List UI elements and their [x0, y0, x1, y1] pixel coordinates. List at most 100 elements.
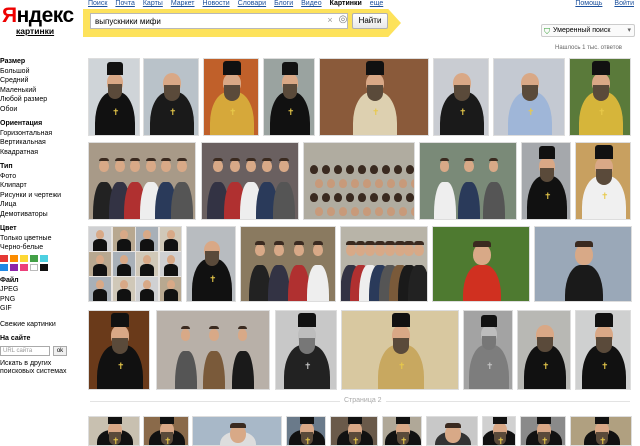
crowd-head: [351, 179, 359, 188]
filter-size-small[interactable]: Маленький: [0, 86, 82, 96]
image-thumbnail[interactable]: ✝: [143, 416, 189, 446]
nav-search[interactable]: Поиск: [88, 0, 107, 8]
image-thumbnail[interactable]: ✝: [319, 58, 429, 136]
robe: [163, 264, 178, 276]
filter-orient-horizontal[interactable]: Горизонтальная: [0, 129, 82, 139]
filter-file-gif[interactable]: GIF: [0, 304, 82, 314]
color-swatch-3[interactable]: [30, 254, 38, 262]
image-thumbnail[interactable]: [419, 142, 517, 220]
color-swatch-6[interactable]: [10, 263, 18, 271]
image-thumbnail[interactable]: ✝: [186, 226, 236, 302]
nav-dictionaries[interactable]: Словари: [238, 0, 266, 8]
image-thumbnail[interactable]: [303, 142, 415, 220]
kamilavka: [594, 417, 610, 424]
image-thumbnail[interactable]: [88, 142, 196, 220]
image-thumbnail[interactable]: ✝: [143, 58, 199, 136]
image-thumbnail[interactable]: ✝: [570, 416, 632, 446]
image-thumbnail[interactable]: ✝: [330, 416, 378, 446]
filter-type-drawings[interactable]: Рисунки и чертежи: [0, 191, 82, 201]
image-thumbnail[interactable]: ✝: [493, 58, 565, 136]
filter-type-faces[interactable]: Лица: [0, 200, 82, 210]
image-thumbnail[interactable]: [88, 226, 182, 302]
similar-images-link[interactable]: Свежие картинки: [0, 320, 82, 330]
color-swatch-8[interactable]: [30, 263, 38, 271]
image-thumbnail[interactable]: [432, 226, 530, 302]
filter-orient-vertical[interactable]: Вертикальная: [0, 138, 82, 148]
image-thumbnail[interactable]: ✝: [341, 310, 459, 390]
search-input[interactable]: выпускники мифи: [90, 13, 348, 29]
kamilavka: [281, 61, 299, 75]
robe: [93, 289, 107, 301]
filter-black-white[interactable]: Черно-белые: [0, 243, 82, 253]
image-thumbnail[interactable]: [192, 416, 282, 446]
image-thumbnail[interactable]: [201, 142, 299, 220]
filter-file-jpeg[interactable]: JPEG: [0, 285, 82, 295]
filter-size-medium[interactable]: Средний: [0, 76, 82, 86]
filter-color-only[interactable]: Только цветные: [0, 234, 82, 244]
nav-mail[interactable]: Почта: [115, 0, 134, 8]
image-thumbnail[interactable]: ✝: [263, 58, 315, 136]
camera-icon[interactable]: ◎: [337, 14, 349, 26]
hair: [237, 326, 248, 330]
image-thumbnail[interactable]: ✝: [569, 58, 631, 136]
image-thumbnail[interactable]: ✝: [382, 416, 422, 446]
image-thumbnail[interactable]: ✝: [575, 310, 631, 390]
yandex-logo[interactable]: Яндекс картинки: [2, 4, 74, 36]
other-engines-link[interactable]: Искать в других поисковых системах: [0, 360, 80, 376]
color-swatch-9[interactable]: [40, 263, 48, 271]
site-url-input[interactable]: URL сайта: [0, 345, 50, 356]
hair: [161, 157, 172, 162]
face: [161, 160, 172, 173]
image-thumbnail[interactable]: ✝: [521, 142, 571, 220]
color-swatch-4[interactable]: [40, 254, 48, 262]
filter-size-large[interactable]: Большой: [0, 67, 82, 77]
kamilavka: [595, 313, 613, 328]
color-swatch-1[interactable]: [10, 254, 18, 262]
color-swatch-2[interactable]: [20, 254, 28, 262]
image-thumbnail[interactable]: [240, 226, 336, 302]
crowd-head: [411, 207, 414, 216]
image-thumbnail[interactable]: ✝: [286, 416, 326, 446]
filter-size-any[interactable]: Любой размер: [0, 95, 82, 105]
clear-icon[interactable]: ×: [325, 15, 335, 25]
image-thumbnail[interactable]: ✝: [88, 416, 140, 446]
color-swatch-5[interactable]: [0, 263, 8, 271]
filter-type-clipart[interactable]: Клипарт: [0, 181, 82, 191]
safe-search-dropdown[interactable]: ⛉ Умеренный поиск ▾: [541, 24, 635, 37]
color-swatch-7[interactable]: [20, 263, 28, 271]
image-thumbnail[interactable]: [426, 416, 478, 446]
nav-market[interactable]: Маркет: [171, 0, 195, 8]
filter-file-png[interactable]: PNG: [0, 295, 82, 305]
face: [229, 160, 240, 173]
nav-maps[interactable]: Карты: [143, 0, 163, 8]
login-link[interactable]: Войти: [614, 0, 634, 8]
image-thumbnail[interactable]: ✝: [517, 310, 571, 390]
hair: [312, 241, 323, 245]
image-thumbnail[interactable]: ✝: [203, 58, 259, 136]
nav-video[interactable]: Видео: [301, 0, 321, 8]
nav-blogs[interactable]: Блоги: [274, 0, 293, 8]
image-thumbnail[interactable]: [340, 226, 428, 302]
image-thumbnail[interactable]: ✝: [433, 58, 489, 136]
color-swatch-0[interactable]: [0, 254, 8, 262]
image-thumbnail[interactable]: ✝: [520, 416, 566, 446]
nav-news[interactable]: Новости: [203, 0, 230, 8]
image-thumbnail[interactable]: ✝: [275, 310, 337, 390]
nav-more[interactable]: еще: [370, 0, 383, 8]
image-thumbnail[interactable]: [156, 310, 270, 390]
search-button[interactable]: Найти: [352, 13, 388, 29]
image-thumbnail[interactable]: ✝: [88, 58, 140, 136]
filter-type-demotivators[interactable]: Демотиваторы: [0, 210, 82, 220]
filter-type-photo[interactable]: Фото: [0, 172, 82, 182]
image-thumbnail[interactable]: [534, 226, 632, 302]
help-link[interactable]: Помощь: [575, 0, 602, 8]
beard: [537, 336, 553, 353]
image-thumbnail[interactable]: ✝: [88, 310, 150, 390]
site-ok-button[interactable]: ok: [53, 345, 67, 356]
image-thumbnail[interactable]: ✝: [463, 310, 513, 390]
filter-size-wallpaper[interactable]: Обои: [0, 105, 82, 115]
image-thumbnail[interactable]: ✝: [482, 416, 516, 446]
image-thumbnail[interactable]: ✝: [575, 142, 631, 220]
face: [414, 243, 425, 256]
filter-orient-square[interactable]: Квадратная: [0, 148, 82, 158]
